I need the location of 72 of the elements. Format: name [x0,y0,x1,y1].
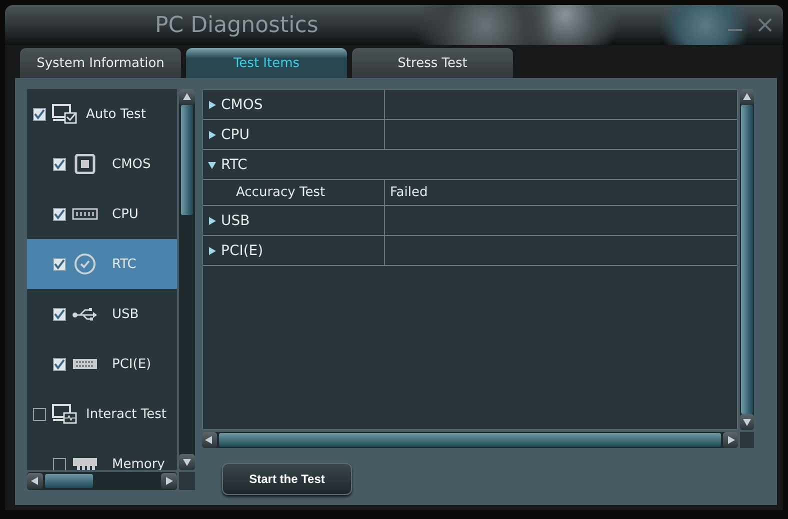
test-list-item[interactable]: CMOS [27,139,177,189]
scrollbar-corner [179,472,195,490]
group-row[interactable]: CPU [203,120,385,149]
collapsed-arrow-icon [208,130,216,138]
up-arrow-icon [743,93,751,101]
checkbox[interactable] [53,308,66,320]
collapsed-arrow-icon [208,100,216,108]
tab[interactable]: System Information [20,48,181,78]
scrollbar-thumb[interactable] [218,433,722,447]
group-row[interactable]: PCI(E) [203,236,385,265]
vertical-scrollbar[interactable] [740,89,754,430]
up-arrow-icon [183,93,191,101]
test-list-item[interactable]: USB [27,289,177,339]
test-label: Auto Test [86,106,146,122]
right-arrow-icon [165,477,173,485]
window-title: PC Diagnostics [155,12,320,38]
group-label: USB [221,212,250,228]
checkbox[interactable] [53,458,66,470]
collapsed-arrow-icon [208,246,216,254]
usb-icon [72,307,98,321]
monitor-pulse-icon [52,404,78,424]
tab[interactable]: Test Items [186,48,347,78]
test-list-item[interactable]: Auto Test [27,89,177,139]
clock-icon [72,253,98,275]
scrollbar-thumb[interactable] [181,105,193,215]
checkbox[interactable] [33,408,46,420]
horizontal-scrollbar[interactable] [27,472,177,490]
group-label: RTC [221,156,248,172]
test-list-item[interactable]: Interact Test [27,389,177,439]
checkbox[interactable] [33,108,46,120]
left-arrow-icon [31,477,39,485]
checkbox[interactable] [53,358,66,370]
down-arrow-icon [183,458,191,466]
tab[interactable]: Stress Test [352,48,513,78]
test-label: PCI(E) [112,356,152,372]
group-row[interactable]: USB [203,206,385,235]
left-arrow-icon [205,436,214,444]
horizontal-scrollbar[interactable] [202,432,738,448]
test-label: RTC [112,256,136,272]
test-label: CMOS [112,156,151,172]
start-test-button[interactable]: Start the Test [222,463,352,495]
test-list-item[interactable]: Memory [27,439,177,470]
close-icon[interactable] [757,17,773,33]
chip-icon [72,154,98,174]
test-list-item[interactable]: CPU [27,189,177,239]
group-label: PCI(E) [221,242,264,258]
test-result: Failed [390,185,428,200]
expansion-card-icon [72,358,98,370]
scrollbar-corner [740,432,754,448]
test-name: Accuracy Test [236,185,326,200]
monitor-checkbox-icon [52,104,78,124]
processor-strip-icon [72,208,98,220]
down-arrow-icon [743,418,751,426]
collapsed-arrow-icon [208,216,216,224]
test-label: Memory [112,456,165,470]
group-label: CMOS [221,96,263,112]
test-label: CPU [112,206,138,222]
test-label: USB [112,306,139,322]
checkbox[interactable] [53,258,66,270]
test-label: Interact Test [86,406,166,422]
checkbox[interactable] [53,158,66,170]
scrollbar-thumb[interactable] [45,474,93,488]
group-label: CPU [221,126,250,142]
group-row[interactable]: RTC [203,150,737,179]
test-list-item[interactable]: PCI(E) [27,339,177,389]
expanded-arrow-icon [208,160,216,168]
scrollbar-thumb[interactable] [741,105,753,414]
right-arrow-icon [726,436,734,444]
vertical-scrollbar[interactable] [179,89,195,470]
checkbox[interactable] [53,208,66,220]
group-row[interactable]: CMOS [203,90,385,119]
memory-module-icon [72,457,98,470]
